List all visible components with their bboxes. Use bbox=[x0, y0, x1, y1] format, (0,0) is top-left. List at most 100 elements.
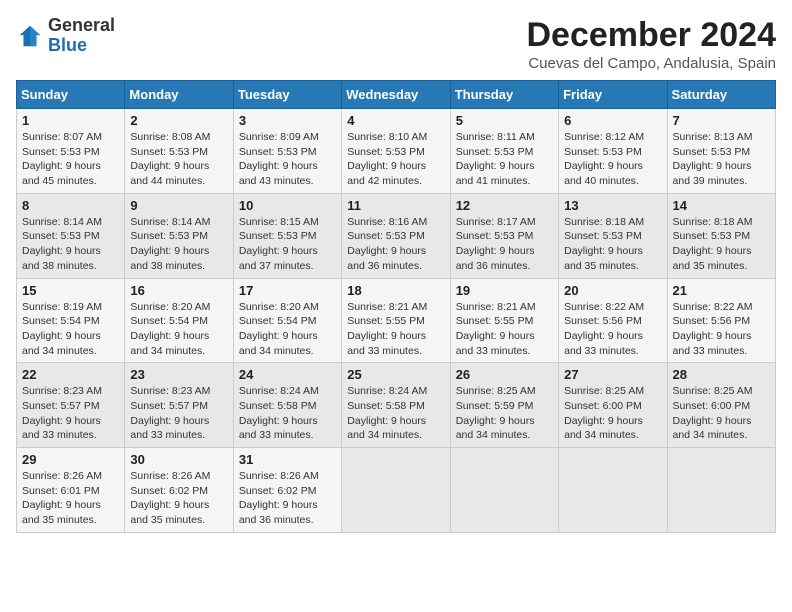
day-number: 8 bbox=[22, 198, 119, 213]
day-info: Sunrise: 8:15 AM Sunset: 5:53 PM Dayligh… bbox=[239, 215, 336, 274]
header-wednesday: Wednesday bbox=[342, 81, 450, 109]
week-row-2: 8 Sunrise: 8:14 AM Sunset: 5:53 PM Dayli… bbox=[17, 193, 776, 278]
day-info: Sunrise: 8:14 AM Sunset: 5:53 PM Dayligh… bbox=[130, 215, 227, 274]
day-info: Sunrise: 8:12 AM Sunset: 5:53 PM Dayligh… bbox=[564, 130, 661, 189]
day-number: 14 bbox=[673, 198, 770, 213]
day-info: Sunrise: 8:16 AM Sunset: 5:53 PM Dayligh… bbox=[347, 215, 444, 274]
calendar-cell: 2 Sunrise: 8:08 AM Sunset: 5:53 PM Dayli… bbox=[125, 109, 233, 194]
calendar-cell: 21 Sunrise: 8:22 AM Sunset: 5:56 PM Dayl… bbox=[667, 278, 775, 363]
calendar-cell: 19 Sunrise: 8:21 AM Sunset: 5:55 PM Dayl… bbox=[450, 278, 558, 363]
calendar-cell: 24 Sunrise: 8:24 AM Sunset: 5:58 PM Dayl… bbox=[233, 363, 341, 448]
day-number: 12 bbox=[456, 198, 553, 213]
calendar-cell: 9 Sunrise: 8:14 AM Sunset: 5:53 PM Dayli… bbox=[125, 193, 233, 278]
day-number: 6 bbox=[564, 113, 661, 128]
day-number: 11 bbox=[347, 198, 444, 213]
location: Cuevas del Campo, Andalusia, Spain bbox=[526, 55, 776, 72]
week-row-3: 15 Sunrise: 8:19 AM Sunset: 5:54 PM Dayl… bbox=[17, 278, 776, 363]
day-number: 25 bbox=[347, 367, 444, 382]
calendar-cell bbox=[559, 448, 667, 533]
calendar-cell: 8 Sunrise: 8:14 AM Sunset: 5:53 PM Dayli… bbox=[17, 193, 125, 278]
title-block: December 2024 Cuevas del Campo, Andalusi… bbox=[526, 16, 776, 72]
day-number: 13 bbox=[564, 198, 661, 213]
calendar-cell: 26 Sunrise: 8:25 AM Sunset: 5:59 PM Dayl… bbox=[450, 363, 558, 448]
calendar-cell: 14 Sunrise: 8:18 AM Sunset: 5:53 PM Dayl… bbox=[667, 193, 775, 278]
day-number: 5 bbox=[456, 113, 553, 128]
logo-blue-text: Blue bbox=[48, 35, 87, 55]
day-number: 21 bbox=[673, 283, 770, 298]
day-info: Sunrise: 8:18 AM Sunset: 5:53 PM Dayligh… bbox=[673, 215, 770, 274]
logo-icon bbox=[16, 22, 44, 50]
calendar-cell bbox=[342, 448, 450, 533]
day-number: 24 bbox=[239, 367, 336, 382]
day-info: Sunrise: 8:14 AM Sunset: 5:53 PM Dayligh… bbox=[22, 215, 119, 274]
calendar-cell: 13 Sunrise: 8:18 AM Sunset: 5:53 PM Dayl… bbox=[559, 193, 667, 278]
day-info: Sunrise: 8:11 AM Sunset: 5:53 PM Dayligh… bbox=[456, 130, 553, 189]
calendar-table: Sunday Monday Tuesday Wednesday Thursday… bbox=[16, 80, 776, 533]
day-info: Sunrise: 8:25 AM Sunset: 6:00 PM Dayligh… bbox=[564, 384, 661, 443]
day-number: 3 bbox=[239, 113, 336, 128]
days-header-row: Sunday Monday Tuesday Wednesday Thursday… bbox=[17, 81, 776, 109]
day-info: Sunrise: 8:23 AM Sunset: 5:57 PM Dayligh… bbox=[22, 384, 119, 443]
day-info: Sunrise: 8:24 AM Sunset: 5:58 PM Dayligh… bbox=[239, 384, 336, 443]
calendar-cell: 18 Sunrise: 8:21 AM Sunset: 5:55 PM Dayl… bbox=[342, 278, 450, 363]
calendar-cell: 27 Sunrise: 8:25 AM Sunset: 6:00 PM Dayl… bbox=[559, 363, 667, 448]
day-info: Sunrise: 8:25 AM Sunset: 6:00 PM Dayligh… bbox=[673, 384, 770, 443]
day-info: Sunrise: 8:21 AM Sunset: 5:55 PM Dayligh… bbox=[347, 300, 444, 359]
day-info: Sunrise: 8:22 AM Sunset: 5:56 PM Dayligh… bbox=[673, 300, 770, 359]
calendar-cell: 7 Sunrise: 8:13 AM Sunset: 5:53 PM Dayli… bbox=[667, 109, 775, 194]
calendar-cell bbox=[450, 448, 558, 533]
header-saturday: Saturday bbox=[667, 81, 775, 109]
day-number: 31 bbox=[239, 452, 336, 467]
day-number: 9 bbox=[130, 198, 227, 213]
day-number: 2 bbox=[130, 113, 227, 128]
calendar-cell: 5 Sunrise: 8:11 AM Sunset: 5:53 PM Dayli… bbox=[450, 109, 558, 194]
day-number: 20 bbox=[564, 283, 661, 298]
calendar-cell: 6 Sunrise: 8:12 AM Sunset: 5:53 PM Dayli… bbox=[559, 109, 667, 194]
day-number: 16 bbox=[130, 283, 227, 298]
calendar-cell: 3 Sunrise: 8:09 AM Sunset: 5:53 PM Dayli… bbox=[233, 109, 341, 194]
day-number: 28 bbox=[673, 367, 770, 382]
header-monday: Monday bbox=[125, 81, 233, 109]
day-number: 27 bbox=[564, 367, 661, 382]
day-number: 29 bbox=[22, 452, 119, 467]
header-friday: Friday bbox=[559, 81, 667, 109]
header-tuesday: Tuesday bbox=[233, 81, 341, 109]
calendar-cell: 16 Sunrise: 8:20 AM Sunset: 5:54 PM Dayl… bbox=[125, 278, 233, 363]
day-info: Sunrise: 8:20 AM Sunset: 5:54 PM Dayligh… bbox=[239, 300, 336, 359]
week-row-1: 1 Sunrise: 8:07 AM Sunset: 5:53 PM Dayli… bbox=[17, 109, 776, 194]
calendar-cell: 11 Sunrise: 8:16 AM Sunset: 5:53 PM Dayl… bbox=[342, 193, 450, 278]
calendar-cell: 10 Sunrise: 8:15 AM Sunset: 5:53 PM Dayl… bbox=[233, 193, 341, 278]
day-info: Sunrise: 8:10 AM Sunset: 5:53 PM Dayligh… bbox=[347, 130, 444, 189]
day-number: 4 bbox=[347, 113, 444, 128]
day-info: Sunrise: 8:18 AM Sunset: 5:53 PM Dayligh… bbox=[564, 215, 661, 274]
calendar-cell bbox=[667, 448, 775, 533]
day-info: Sunrise: 8:09 AM Sunset: 5:53 PM Dayligh… bbox=[239, 130, 336, 189]
calendar-cell: 23 Sunrise: 8:23 AM Sunset: 5:57 PM Dayl… bbox=[125, 363, 233, 448]
day-number: 22 bbox=[22, 367, 119, 382]
logo: General Blue bbox=[16, 16, 115, 56]
day-number: 10 bbox=[239, 198, 336, 213]
day-info: Sunrise: 8:26 AM Sunset: 6:01 PM Dayligh… bbox=[22, 469, 119, 528]
calendar-cell: 25 Sunrise: 8:24 AM Sunset: 5:58 PM Dayl… bbox=[342, 363, 450, 448]
day-number: 1 bbox=[22, 113, 119, 128]
month-year: December 2024 bbox=[526, 16, 776, 55]
calendar-cell: 20 Sunrise: 8:22 AM Sunset: 5:56 PM Dayl… bbox=[559, 278, 667, 363]
week-row-4: 22 Sunrise: 8:23 AM Sunset: 5:57 PM Dayl… bbox=[17, 363, 776, 448]
day-info: Sunrise: 8:25 AM Sunset: 5:59 PM Dayligh… bbox=[456, 384, 553, 443]
calendar-cell: 17 Sunrise: 8:20 AM Sunset: 5:54 PM Dayl… bbox=[233, 278, 341, 363]
day-number: 23 bbox=[130, 367, 227, 382]
calendar-cell: 30 Sunrise: 8:26 AM Sunset: 6:02 PM Dayl… bbox=[125, 448, 233, 533]
day-number: 19 bbox=[456, 283, 553, 298]
calendar-cell: 12 Sunrise: 8:17 AM Sunset: 5:53 PM Dayl… bbox=[450, 193, 558, 278]
day-number: 30 bbox=[130, 452, 227, 467]
header-sunday: Sunday bbox=[17, 81, 125, 109]
logo-text: General Blue bbox=[48, 16, 115, 56]
calendar-cell: 31 Sunrise: 8:26 AM Sunset: 6:02 PM Dayl… bbox=[233, 448, 341, 533]
logo-general-text: General bbox=[48, 15, 115, 35]
day-number: 26 bbox=[456, 367, 553, 382]
calendar-cell: 22 Sunrise: 8:23 AM Sunset: 5:57 PM Dayl… bbox=[17, 363, 125, 448]
day-number: 7 bbox=[673, 113, 770, 128]
day-info: Sunrise: 8:26 AM Sunset: 6:02 PM Dayligh… bbox=[130, 469, 227, 528]
calendar-cell: 29 Sunrise: 8:26 AM Sunset: 6:01 PM Dayl… bbox=[17, 448, 125, 533]
day-info: Sunrise: 8:21 AM Sunset: 5:55 PM Dayligh… bbox=[456, 300, 553, 359]
